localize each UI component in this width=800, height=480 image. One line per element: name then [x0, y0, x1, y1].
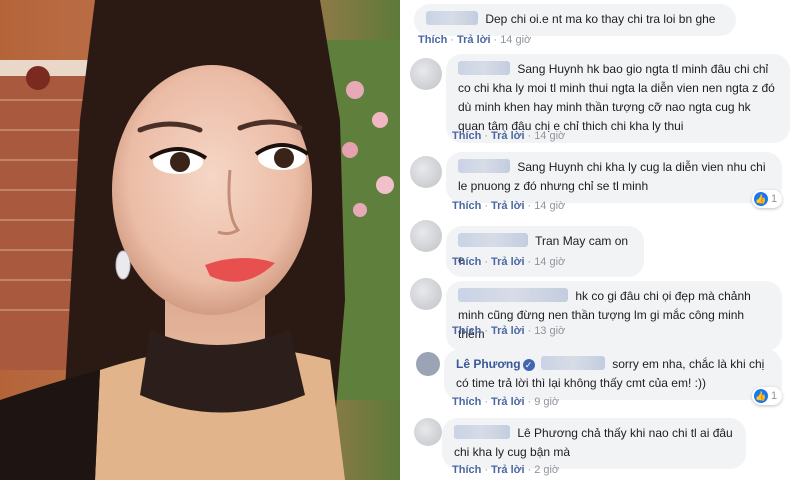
portrait-photo — [0, 0, 400, 480]
comment-actions: Thích · Trả lời · 14 giờ — [452, 256, 566, 268]
comment-bubble: Sang Huynh chi kha ly cug la diễn vien n… — [446, 152, 782, 203]
reaction-count: 1 — [771, 193, 778, 205]
comment-time[interactable]: 13 giờ — [534, 325, 565, 337]
comment-bubble: Tran May cam on e — [446, 226, 644, 277]
reply-link[interactable]: Trả lời — [491, 325, 525, 337]
avatar[interactable] — [414, 418, 442, 446]
reaction-summary[interactable]: 👍 1 — [752, 190, 783, 208]
reply-link[interactable]: Trả lời — [491, 200, 525, 212]
comment-actions: Thích · Trả lời · 13 giờ — [452, 325, 566, 337]
comment-actions: Thích · Trả lời · 14 giờ — [418, 34, 532, 46]
like-reaction-icon: 👍 — [754, 192, 768, 206]
comment-time[interactable]: 14 giờ — [534, 200, 565, 212]
like-link[interactable]: Thích — [452, 130, 481, 142]
like-link[interactable]: Thích — [452, 396, 481, 408]
avatar[interactable] — [410, 278, 442, 310]
like-link[interactable]: Thích — [452, 200, 481, 212]
comment-bubble: hk co gi đâu chi ọi đẹp mà chảnh minh cũ… — [446, 281, 782, 351]
reply-link[interactable]: Trả lời — [491, 256, 525, 268]
like-reaction-icon: 👍 — [754, 389, 768, 403]
comment-thread: Dep chi oi.e nt ma ko thay chi tra loi b… — [400, 0, 800, 480]
comment-actions: Thích · Trả lời · 14 giờ — [452, 200, 566, 212]
like-link[interactable]: Thích — [452, 464, 481, 476]
comment-time[interactable]: 14 giờ — [500, 34, 531, 46]
blurred-mention — [540, 356, 605, 370]
avatar[interactable] — [410, 58, 442, 90]
portrait-illustration — [0, 0, 400, 480]
page-avatar[interactable] — [416, 352, 440, 376]
blurred-author-name — [458, 233, 528, 247]
blurred-author-name — [458, 288, 568, 302]
comment-time[interactable]: 2 giờ — [534, 464, 559, 476]
reaction-count: 1 — [771, 390, 778, 402]
reply-link[interactable]: Trả lời — [491, 130, 525, 142]
reaction-summary[interactable]: 👍 1 — [752, 387, 783, 405]
author-name[interactable]: Lê Phương — [456, 357, 521, 371]
like-link[interactable]: Thích — [452, 325, 481, 337]
comment-actions: Thích · Trả lời · 9 giờ — [452, 396, 560, 408]
blurred-author-name — [458, 61, 510, 75]
comment-actions: Thích · Trả lời · 14 giờ — [452, 130, 566, 142]
comment-bubble: Lê Phương ✓ sorry em nha, chắc là khi chị… — [444, 349, 782, 400]
reply-link[interactable]: Trả lời — [491, 464, 525, 476]
reply-link[interactable]: Trả lời — [457, 34, 491, 46]
like-link[interactable]: Thích — [452, 256, 481, 268]
avatar[interactable] — [410, 220, 442, 252]
comment-time[interactable]: 9 giờ — [534, 396, 559, 408]
comment-time[interactable]: 14 giờ — [534, 130, 565, 142]
comment-time[interactable]: 14 giờ — [534, 256, 565, 268]
like-link[interactable]: Thích — [418, 34, 447, 46]
comment-bubble: Dep chi oi.e nt ma ko thay chi tra loi b… — [414, 4, 736, 36]
verified-badge-icon: ✓ — [522, 359, 535, 371]
comment-actions: Thích · Trả lời · 2 giờ — [452, 464, 560, 476]
avatar[interactable] — [410, 156, 442, 188]
reply-link[interactable]: Trả lời — [491, 396, 525, 408]
comment-bubble: Lê Phương chả thấy khi nao chi tl ai đâu… — [442, 418, 746, 469]
comment-text: Dep chi oi.e nt ma ko thay chi tra loi b… — [485, 12, 716, 26]
blurred-author-name — [458, 159, 510, 173]
blurred-author-name — [426, 11, 478, 25]
blurred-author-name — [454, 425, 510, 439]
